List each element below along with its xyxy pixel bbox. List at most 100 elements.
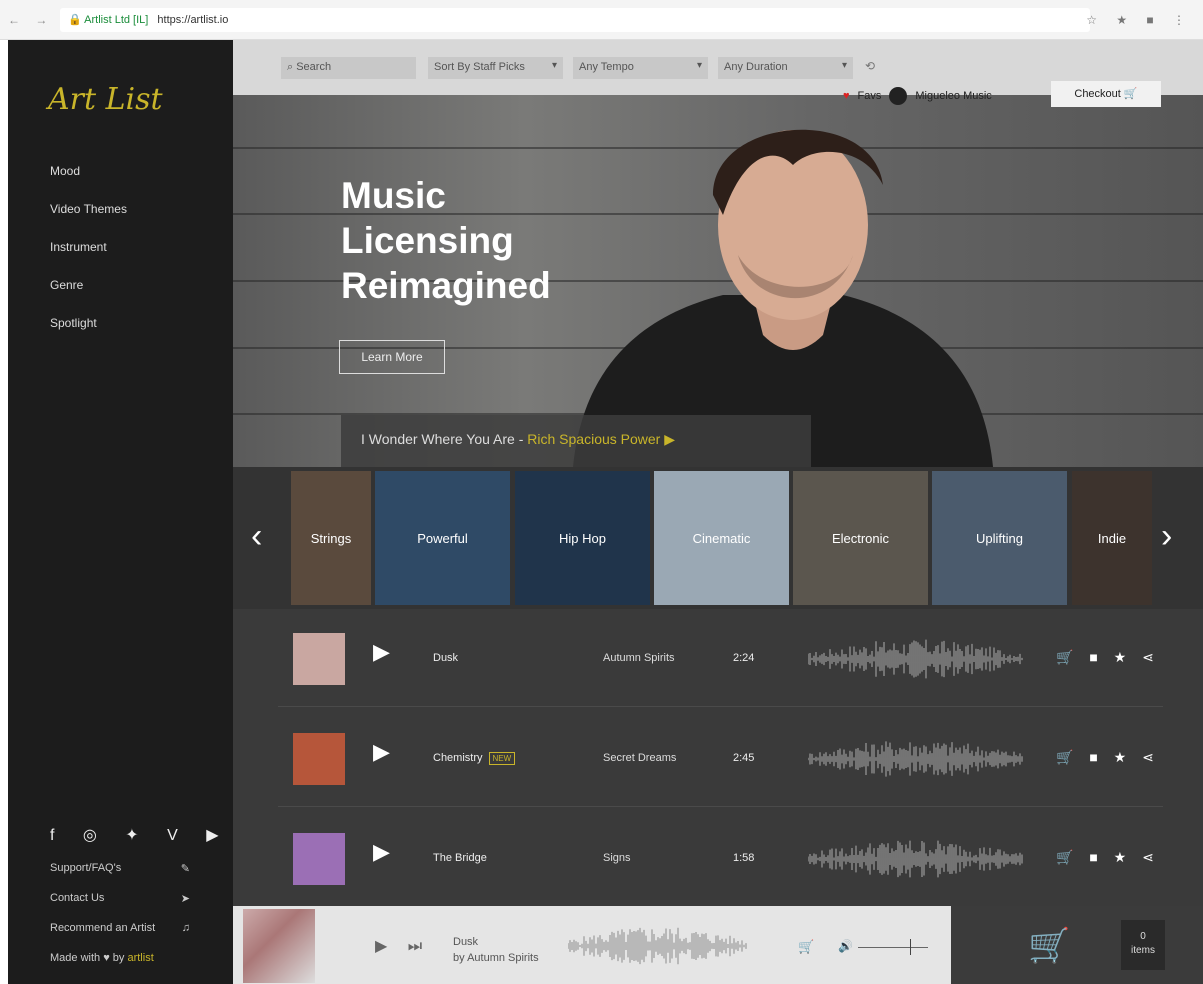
now-playing-title[interactable]: Dusk — [453, 934, 539, 950]
genre-tile-cinematic[interactable]: Cinematic — [654, 471, 789, 605]
genre-tile-label: Strings — [310, 530, 352, 546]
account-name[interactable]: Migueleo Music — [915, 90, 991, 102]
contact-link[interactable]: Contact Us ➤ — [50, 892, 190, 922]
tempo-select[interactable]: Any Tempo ▾ — [573, 57, 708, 79]
track-title-text: Dusk — [433, 652, 459, 664]
reset-filter-icon[interactable]: ⟲ — [865, 59, 875, 73]
track-thumbnail[interactable] — [293, 633, 345, 685]
url-text[interactable]: https://artlist.io — [157, 14, 228, 26]
avatar[interactable] — [889, 87, 908, 105]
track-actions[interactable]: 🛒 ■ ★ ⋖ — [1056, 849, 1160, 866]
track-waveform[interactable] — [808, 739, 1023, 779]
made-with-text: Made with ♥ by — [50, 952, 125, 964]
sidebar-item-video-themes[interactable]: Video Themes — [50, 202, 127, 240]
cart-icon[interactable]: 🛒 — [798, 939, 814, 955]
genre-tile-electronic[interactable]: Electronic — [793, 471, 928, 605]
chevron-down-icon: ▾ — [551, 60, 557, 71]
volume-icon[interactable]: 🔊 — [838, 939, 853, 953]
duration-select[interactable]: Any Duration ▾ — [718, 57, 853, 79]
artlist-logo[interactable]: Art List — [48, 82, 163, 117]
sidebar-item-spotlight[interactable]: Spotlight — [50, 316, 127, 354]
track-artist[interactable]: Secret Dreams — [603, 752, 676, 764]
genre-tile-indie[interactable]: Indie — [1072, 471, 1152, 605]
extension-icons[interactable]: ☆ ★ ■ ⋮ — [1086, 13, 1193, 27]
track-waveform[interactable] — [808, 639, 1023, 679]
genre-tile-powerful[interactable]: Powerful — [375, 471, 510, 605]
genre-tile-label: Indie — [1097, 530, 1127, 546]
sort-select[interactable]: Sort By Staff Picks ▾ — [428, 57, 563, 79]
genre-tile-uplifting[interactable]: Uplifting — [932, 471, 1067, 605]
track-actions[interactable]: 🛒 ■ ★ ⋖ — [1056, 749, 1160, 766]
main-content: ⌕ Search Sort By Staff Picks ▾ Any Tempo ▾… — [233, 40, 1203, 984]
track-thumbnail[interactable] — [293, 733, 345, 785]
checkout-button[interactable]: Checkout 🛒 — [1051, 81, 1161, 107]
track-waveform[interactable] — [808, 839, 1023, 879]
tempo-value: Any Tempo — [579, 61, 634, 73]
carousel-next-icon[interactable]: › — [1161, 517, 1172, 556]
hero-title-line: Reimagined — [341, 265, 551, 306]
sidebar-menu: Mood Video Themes Instrument Genre Spotl… — [50, 164, 127, 354]
featured-song-artist[interactable]: Rich Spacious Power — [527, 431, 660, 447]
heart-icon[interactable]: ♥ — [843, 90, 850, 102]
address-bar[interactable]: 🔒 Artlist Ltd [IL] https://artlist.io — [60, 8, 1090, 32]
genre-tile-label: Hip Hop — [559, 530, 606, 546]
cart-items-label: items — [1131, 945, 1155, 956]
track-title-text: Chemistry — [433, 752, 483, 764]
track-artist[interactable]: Signs — [603, 852, 631, 864]
chevron-down-icon: ▾ — [696, 60, 702, 71]
track-actions[interactable]: 🛒 ■ ★ ⋖ — [1056, 649, 1160, 666]
track-row[interactable]: ▶ The Bridge Signs 1:58 🛒 ■ ★ ⋖ — [278, 809, 1163, 907]
favs-link[interactable]: Favs — [858, 90, 882, 102]
genre-tile-hip-hop[interactable]: Hip Hop — [515, 471, 650, 605]
play-icon[interactable]: ▶ — [373, 839, 390, 865]
duration-value: Any Duration — [724, 61, 788, 73]
learn-more-button[interactable]: Learn More — [339, 340, 445, 374]
genre-tile-label: Uplifting — [976, 530, 1023, 546]
cart-panel — [951, 906, 1203, 984]
sidebar: Art List Mood Video Themes Instrument Ge… — [8, 40, 233, 984]
site-name: Artlist Ltd [IL] — [84, 14, 149, 26]
track-title[interactable]: Chemistry NEW — [433, 752, 516, 765]
search-input[interactable]: ⌕ Search — [281, 57, 416, 79]
now-playing-thumbnail[interactable] — [243, 909, 315, 983]
support-label: Support/FAQ's — [50, 862, 122, 874]
hero-banner: Music Licensing Reimagined Learn More — [233, 95, 1203, 467]
cart-icon[interactable]: 🛒 — [1028, 926, 1070, 966]
social-icons[interactable]: f ◎ ✦ V ▶ — [50, 825, 231, 845]
play-icon[interactable]: ▶ — [373, 739, 390, 765]
carousel-prev-icon[interactable]: ‹ — [251, 517, 262, 556]
hero-title-line: Licensing — [341, 220, 514, 261]
player-waveform[interactable] — [568, 926, 748, 966]
recommend-artist-link[interactable]: Recommend an Artist ♫ — [50, 922, 190, 952]
player-controls[interactable]: ▶ ⏭ — [375, 936, 430, 956]
featured-song-bar[interactable]: I Wonder Where You Are - Rich Spacious P… — [341, 415, 811, 467]
track-title[interactable]: The Bridge — [433, 852, 487, 864]
track-row[interactable]: ▶ Chemistry NEW Secret Dreams 2:45 🛒 ■ ★ … — [278, 709, 1163, 807]
volume-slider[interactable] — [858, 947, 928, 948]
track-thumbnail[interactable] — [293, 833, 345, 885]
cart-items-button[interactable]: 0 items — [1121, 920, 1165, 970]
genre-tile-strings[interactable]: Strings — [291, 471, 371, 605]
track-row[interactable]: ▶ Dusk Autumn Spirits 2:24 🛒 ■ ★ ⋖ — [278, 609, 1163, 707]
support-link[interactable]: Support/FAQ's ✎ — [50, 862, 190, 892]
account-area: ♥ Favs Migueleo Music — [843, 87, 992, 105]
sidebar-item-instrument[interactable]: Instrument — [50, 240, 127, 278]
track-artist[interactable]: Autumn Spirits — [603, 652, 675, 664]
track-title[interactable]: Dusk — [433, 652, 458, 664]
play-icon[interactable]: ▶ — [373, 639, 390, 665]
now-playing-artist[interactable]: by Autumn Spirits — [453, 950, 539, 966]
recommend-label: Recommend an Artist — [50, 922, 156, 934]
sort-value: Sort By Staff Picks — [434, 61, 525, 73]
bottom-player: ▶ ⏭ Dusk by Autumn Spirits 🛒 🔊 🛒 0 items — [233, 906, 1203, 984]
search-icon: ⌕ — [287, 61, 297, 73]
cart-items-count: 0 — [1140, 931, 1146, 942]
play-icon[interactable]: ▶ — [664, 431, 675, 447]
sidebar-item-mood[interactable]: Mood — [50, 164, 127, 202]
track-list: ▶ Dusk Autumn Spirits 2:24 🛒 ■ ★ ⋖ ▶ Che… — [233, 609, 1203, 909]
now-playing-info: Dusk by Autumn Spirits — [453, 934, 539, 966]
volume-slider-handle[interactable] — [910, 939, 911, 955]
made-by-link[interactable]: artlist — [127, 952, 153, 964]
sidebar-footer: Support/FAQ's ✎ Contact Us ➤ Recommend an … — [50, 862, 190, 982]
sidebar-item-genre[interactable]: Genre — [50, 278, 127, 316]
lock-icon: 🔒 — [68, 14, 82, 26]
